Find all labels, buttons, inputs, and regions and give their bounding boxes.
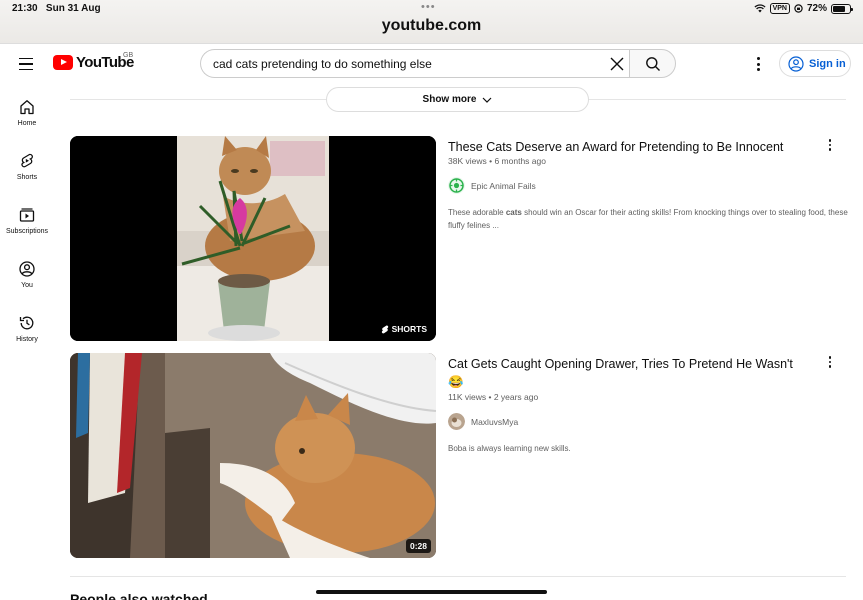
- search-button[interactable]: [629, 49, 676, 78]
- clear-search-icon[interactable]: [608, 55, 626, 73]
- home-icon: [20, 100, 34, 115]
- vpn-badge: VPN: [769, 3, 790, 14]
- account-icon: [788, 55, 804, 72]
- channel-link[interactable]: MaxluvsMya: [448, 413, 518, 430]
- status-indicators: VPN 72%: [754, 3, 853, 14]
- channel-avatar: [448, 177, 465, 194]
- sidebar-item-home[interactable]: Home: [0, 92, 54, 138]
- region-label: GB: [123, 52, 134, 59]
- home-indicator[interactable]: [316, 590, 547, 594]
- orientation-lock-icon: [794, 4, 803, 13]
- channel-link[interactable]: Epic Animal Fails: [448, 177, 536, 194]
- search-input[interactable]: cad cats pretending to do something else: [200, 49, 630, 78]
- address-bar[interactable]: youtube.com: [0, 17, 863, 35]
- youtube-header: YouTube GB cad cats pretending to do som…: [0, 44, 863, 84]
- channel-name: Epic Animal Fails: [471, 180, 536, 191]
- show-more-button[interactable]: Show more: [326, 87, 589, 112]
- shorts-badge-icon: [381, 324, 388, 333]
- video-action-menu-icon[interactable]: [823, 355, 837, 369]
- you-icon: [19, 261, 35, 277]
- video-title[interactable]: Cat Gets Caught Opening Drawer, Tries To…: [448, 355, 818, 391]
- battery-percent: 72%: [806, 3, 827, 14]
- history-icon: [19, 316, 34, 330]
- multitask-dots-icon[interactable]: •••: [421, 1, 436, 13]
- video-meta: 38K views • 6 months ago: [448, 156, 546, 166]
- subscriptions-icon: [19, 208, 35, 222]
- search-icon: [645, 56, 660, 71]
- youtube-play-icon: [53, 55, 73, 70]
- channel-name: MaxluvsMya: [471, 416, 519, 427]
- divider: [70, 576, 846, 577]
- duration-badge: 0:28: [405, 539, 431, 553]
- video-result[interactable]: SHORTS These Cats Deserve an Award for P…: [70, 136, 848, 341]
- video-title[interactable]: These Cats Deserve an Award for Pretendi…: [448, 138, 818, 156]
- sidebar-item-subscriptions[interactable]: Subscriptions: [0, 200, 54, 246]
- youtube-logo[interactable]: YouTube: [53, 54, 134, 71]
- cat-plant-thumbnail-image: [70, 136, 436, 341]
- video-description: These adorable cats should win an Oscar …: [448, 208, 848, 230]
- section-title: People also watched: [70, 591, 208, 600]
- video-description: Boba is always learning new skills.: [448, 444, 571, 453]
- sidebar-item-history[interactable]: History: [0, 308, 54, 354]
- status-time: 21:30 Sun 31 Aug: [12, 3, 101, 14]
- search-query[interactable]: cad cats pretending to do something else: [213, 57, 432, 71]
- channel-avatar: [448, 413, 465, 430]
- sidebar-item-shorts[interactable]: Shorts: [0, 146, 54, 192]
- sign-in-label: Sign in: [809, 57, 846, 70]
- sign-in-button[interactable]: Sign in: [779, 50, 851, 77]
- wifi-icon: [754, 4, 766, 13]
- video-thumbnail[interactable]: 0:28: [70, 353, 436, 558]
- cat-drawer-thumbnail-image: [70, 353, 436, 558]
- hamburger-menu-icon[interactable]: [14, 52, 38, 76]
- video-thumbnail[interactable]: SHORTS: [70, 136, 436, 341]
- video-result[interactable]: 0:28 Cat Gets Caught Opening Drawer, Tri…: [70, 353, 846, 558]
- shorts-icon: [21, 153, 33, 168]
- battery-icon: [831, 3, 853, 14]
- video-meta: 11K views • 2 years ago: [448, 392, 539, 402]
- shorts-badge: SHORTS: [376, 322, 431, 336]
- sidebar-item-you[interactable]: You: [0, 254, 54, 300]
- video-action-menu-icon[interactable]: [823, 138, 837, 152]
- settings-more-icon[interactable]: [748, 54, 768, 74]
- laughing-emoji: 😂: [448, 375, 464, 389]
- chevron-down-icon: [483, 97, 492, 103]
- status-bar: 21:30 Sun 31 Aug ••• youtube.com VPN 72%: [0, 0, 863, 44]
